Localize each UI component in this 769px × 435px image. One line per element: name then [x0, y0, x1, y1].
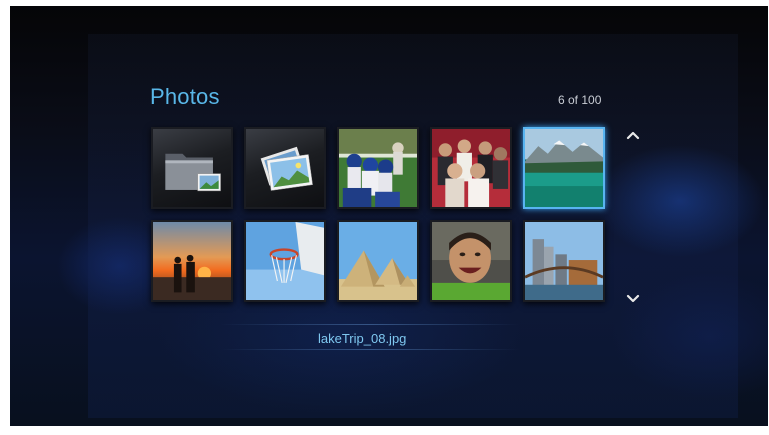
photo-friends[interactable] [430, 127, 512, 209]
folder-icon [165, 153, 221, 192]
page-title: Photos [150, 84, 220, 109]
slideshow-tile[interactable] [244, 127, 326, 209]
photo-mountain-lake-image [525, 129, 603, 207]
divider-top [220, 324, 520, 325]
photo-pyramids[interactable] [337, 220, 419, 302]
photo-football[interactable] [337, 127, 419, 209]
divider-bottom [220, 349, 520, 350]
photo-friends-image [432, 129, 510, 207]
folder-tile[interactable] [151, 127, 233, 209]
item-counter: 6 of 100 [558, 93, 602, 107]
scroll-up-button[interactable] [626, 128, 640, 142]
photo-smiling-boy[interactable] [430, 220, 512, 302]
photo-sunset-couple[interactable] [151, 220, 233, 302]
photo-city-skyline-image [525, 222, 603, 300]
scroll-down-button[interactable] [626, 291, 640, 305]
chevron-up-icon [626, 131, 640, 140]
photo-mountain-lake[interactable] [523, 127, 605, 209]
chevron-down-icon [626, 294, 640, 303]
selected-filename: lakeTrip_08.jpg [318, 331, 407, 346]
photo-stack-icon [260, 146, 313, 191]
photo-basketball-hoop-image [246, 222, 324, 300]
photo-football-image [339, 129, 417, 207]
photo-basketball-hoop[interactable] [244, 220, 326, 302]
tv-screen [10, 6, 768, 426]
photo-pyramids-image [339, 222, 417, 300]
photo-city-skyline[interactable] [523, 220, 605, 302]
photo-smiling-boy-image [432, 222, 510, 300]
photo-sunset-couple-image [153, 222, 231, 300]
